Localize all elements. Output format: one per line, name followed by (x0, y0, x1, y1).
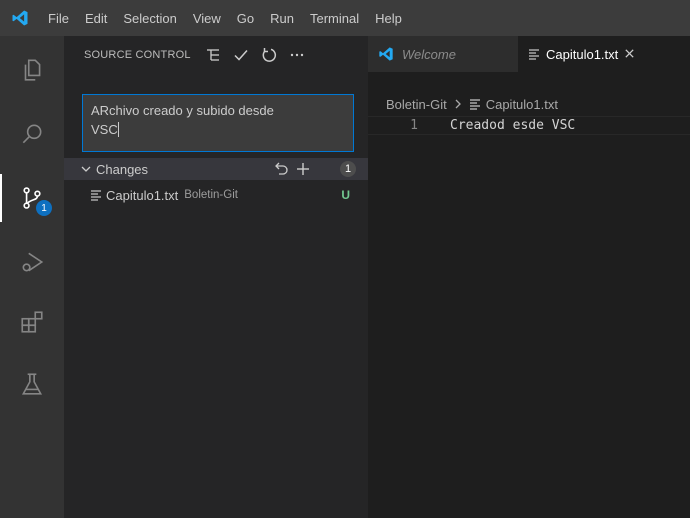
stage-all-button[interactable] (292, 161, 314, 177)
activity-run-debug[interactable] (0, 238, 64, 286)
change-file-folder: Boletin-Git (184, 189, 238, 201)
changes-group-header[interactable]: Changes 1 (64, 158, 368, 180)
search-icon (22, 124, 42, 144)
source-control-panel: SOURCE CONTROL ARchivo creado y subido d… (64, 36, 368, 518)
text-file-icon (469, 99, 480, 110)
activity-bar: 1 (0, 36, 64, 518)
breadcrumb: Boletin-Git Capitulo1.txt (386, 94, 558, 114)
tab-welcome[interactable]: Welcome (368, 36, 518, 72)
chevron-down-icon (76, 163, 96, 175)
menu-run[interactable]: Run (262, 0, 302, 36)
discard-icon (275, 162, 288, 175)
discard-all-button[interactable] (270, 161, 292, 177)
change-file-item[interactable]: Capitulo1.txt Boletin-Git U (64, 184, 368, 206)
untracked-status: U (341, 188, 350, 202)
menu-file[interactable]: File (40, 0, 77, 36)
commit-message-line1: ARchivo creado y subido desde (91, 103, 274, 118)
activity-source-control[interactable]: 1 (0, 174, 64, 222)
activity-search[interactable] (0, 110, 64, 158)
close-icon (625, 48, 634, 58)
breadcrumb-folder[interactable]: Boletin-Git (386, 97, 447, 112)
panel-title: SOURCE CONTROL (84, 49, 191, 61)
commit-message-line2: VSC (91, 122, 118, 137)
explorer-icon (24, 59, 41, 81)
activity-extensions[interactable] (0, 298, 64, 346)
run-debug-icon (22, 252, 44, 272)
tab-welcome-label: Welcome (402, 46, 456, 62)
refresh-icon (262, 48, 276, 62)
breadcrumb-file[interactable]: Capitulo1.txt (486, 97, 558, 112)
tab-capitulo1-label: Capitulo1.txt (546, 46, 619, 62)
activity-explorer[interactable] (0, 46, 64, 94)
text-file-icon (529, 49, 539, 60)
refresh-button[interactable] (255, 41, 283, 69)
text-file-icon (91, 190, 101, 201)
check-icon (234, 50, 248, 61)
close-tab-button[interactable] (624, 47, 635, 62)
panel-header: SOURCE CONTROL (64, 36, 368, 74)
commit-button[interactable] (227, 41, 255, 69)
line-text: Creadod esde VSC (450, 118, 576, 133)
source-control-badge: 1 (36, 200, 52, 216)
menu-view[interactable]: View (185, 0, 229, 36)
vscode-logo-icon (379, 47, 393, 61)
menu-selection[interactable]: Selection (115, 0, 184, 36)
menu-help[interactable]: Help (367, 0, 410, 36)
plus-icon (297, 163, 309, 175)
ellipsis-icon (290, 53, 303, 57)
view-as-tree-button[interactable] (199, 41, 227, 69)
editor-tab-bar: Welcome Capitulo1.txt (368, 36, 690, 72)
text-caret (117, 122, 119, 137)
changes-label: Changes (96, 161, 149, 177)
editor-area: Welcome Capitulo1.txt Boletin-Git Capitu… (368, 36, 690, 518)
commit-message-input[interactable]: ARchivo creado y subido desde VSC (82, 94, 354, 152)
changes-count-badge: 1 (340, 161, 356, 177)
code-line[interactable]: 1 Creadod esde VSC (368, 116, 690, 135)
vscode-logo-icon (0, 0, 40, 36)
list-tree-icon (206, 49, 219, 61)
testing-icon (21, 373, 43, 395)
extensions-icon (21, 311, 43, 333)
more-actions-button[interactable] (283, 41, 311, 69)
line-number: 1 (410, 118, 418, 133)
menu-edit[interactable]: Edit (77, 0, 115, 36)
title-bar: File Edit Selection View Go Run Terminal… (0, 0, 690, 36)
menu-terminal[interactable]: Terminal (302, 0, 367, 36)
menu-go[interactable]: Go (229, 0, 262, 36)
chevron-right-icon (453, 97, 463, 112)
activity-testing[interactable] (0, 360, 64, 408)
tab-capitulo1[interactable]: Capitulo1.txt (518, 36, 690, 72)
change-file-name: Capitulo1.txt (106, 187, 179, 203)
